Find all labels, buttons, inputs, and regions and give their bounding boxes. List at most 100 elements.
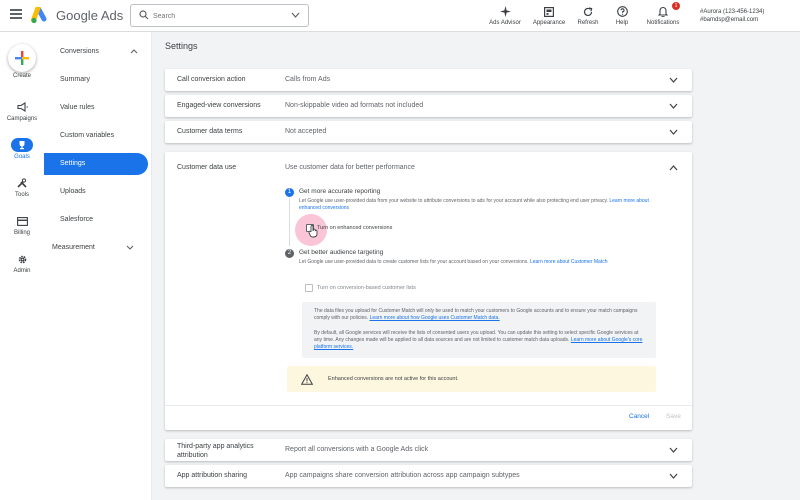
brand-name: Google Ads — [56, 8, 124, 23]
chevron-down-icon[interactable] — [669, 77, 678, 83]
notification-badge: 1 — [672, 2, 680, 10]
chevron-down-icon[interactable] — [669, 103, 678, 109]
account-info[interactable]: #Aurora (123-456-1234) #bamdsp@email.com — [700, 8, 764, 24]
nav-section-measurement[interactable]: Measurement — [44, 237, 148, 259]
row-engaged-view-conversions[interactable]: Engaged-view conversions Non-skippable v… — [165, 95, 692, 117]
row-value: Not accepted — [285, 128, 327, 135]
refresh-button[interactable]: Refresh — [570, 5, 606, 26]
search-box[interactable] — [130, 4, 309, 27]
top-bar: Google Ads Ads Advisor Appearance Refres… — [0, 0, 800, 32]
bell-icon — [658, 7, 668, 17]
notifications-label: Notifications — [646, 20, 680, 26]
step1-desc-text: Let Google use user-provided data from y… — [299, 198, 608, 204]
rail-item-tools[interactable]: Tools — [0, 176, 44, 198]
row-label: Third-party app analytics attribution — [177, 443, 254, 459]
row-value: Calls from Ads — [285, 76, 331, 83]
appearance-button[interactable]: Appearance — [530, 5, 568, 26]
search-input[interactable] — [153, 9, 283, 23]
rail-label-billing: Billing — [13, 230, 30, 236]
appearance-icon — [544, 6, 554, 17]
rail-item-goals[interactable]: Goals — [0, 138, 44, 160]
account-email: #bamdsp@email.com — [700, 17, 759, 23]
rail-label-campaigns: Campaigns — [6, 116, 38, 122]
appearance-label: Appearance — [532, 20, 566, 26]
settings-row: Engaged-view conversions Non-skippable v… — [165, 95, 692, 117]
row-value: Report all conversions with a Google Ads… — [285, 446, 429, 453]
chevron-down-icon[interactable] — [669, 447, 678, 453]
row-third-party-app-analytics[interactable]: Third-party app analytics attribution Re… — [165, 439, 692, 461]
sparkle-icon — [499, 6, 511, 17]
row-value: Use customer data for better performance — [285, 164, 415, 171]
step2-description: Let Google use user-provided data to cre… — [299, 259, 649, 266]
refresh-label: Refresh — [577, 20, 599, 26]
customer-match-link[interactable]: Learn more about Customer Match — [530, 259, 608, 265]
trophy-icon — [19, 141, 25, 150]
row-label: Call conversion action — [177, 76, 246, 83]
card-icon — [16, 216, 28, 226]
side-nav: Conversions Summary Value rules Custom v… — [44, 32, 152, 500]
help-button[interactable]: Help — [605, 5, 639, 26]
nav-item-salesforce[interactable]: Salesforce — [44, 209, 148, 231]
step1-title: Get more accurate reporting — [299, 188, 381, 195]
nav-item-value-rules[interactable]: Value rules — [44, 97, 148, 119]
refresh-icon — [583, 6, 593, 16]
chevron-down-icon[interactable] — [669, 473, 678, 479]
chevron-down-icon[interactable] — [291, 12, 300, 18]
rail-item-campaigns[interactable]: Campaigns — [0, 100, 44, 122]
ads-advisor-label: Ads Advisor — [489, 20, 521, 26]
settings-row: Customer data terms Not accepted — [165, 121, 692, 143]
tools-icon — [17, 178, 27, 188]
warning-text: Enhanced conversions are not active for … — [328, 376, 459, 382]
account-id: #Aurora (123-456-1234) — [700, 9, 765, 15]
customer-lists-label: Turn on conversion-based customer lists — [317, 285, 416, 291]
row-app-attribution-sharing[interactable]: App attribution sharing App campaigns sh… — [165, 465, 692, 487]
nav-section-conversions[interactable]: Conversions — [44, 41, 148, 63]
left-rail: Create Campaigns Goals Tools Billing Adm… — [0, 32, 44, 500]
row-call-conversion-action[interactable]: Call conversion action Calls from Ads — [165, 69, 692, 91]
rail-label-goals: Goals — [14, 154, 30, 160]
help-icon — [616, 6, 628, 17]
ads-advisor-button[interactable]: Ads Advisor — [486, 5, 524, 26]
step-connector — [289, 198, 290, 246]
chevron-down-icon — [126, 245, 134, 250]
nav-section-label: Conversions — [60, 48, 99, 55]
help-label: Help — [615, 20, 629, 26]
menu-icon[interactable] — [10, 9, 22, 21]
rail-label-tools: Tools — [14, 192, 29, 198]
rail-label-admin: Admin — [13, 268, 31, 274]
nav-item-settings[interactable]: Settings — [44, 153, 148, 175]
customer-data-use-panel: Customer data use Use customer data for … — [165, 152, 692, 430]
row-label: App attribution sharing — [177, 472, 248, 479]
rail-item-admin[interactable]: Admin — [0, 252, 44, 274]
step-number-2: 2 — [285, 249, 294, 258]
customer-lists-checkbox[interactable] — [305, 284, 313, 292]
notifications-button[interactable]: 1 Notifications — [642, 2, 684, 26]
enhanced-conversions-label: Turn on enhanced conversions — [317, 225, 393, 231]
chevron-down-icon[interactable] — [669, 129, 678, 135]
step2-desc-text: Let Google use user-provided data to cre… — [299, 259, 529, 265]
nav-item-custom-variables[interactable]: Custom variables — [44, 125, 148, 147]
nav-item-uploads[interactable]: Uploads — [44, 181, 148, 203]
info-paragraph-1: The data files you upload for Customer M… — [314, 308, 644, 322]
warning-icon — [301, 374, 313, 385]
google-ads-logo-icon — [31, 7, 47, 24]
chevron-up-icon[interactable] — [669, 165, 678, 171]
info-paragraph-2: By default, all Google services will rec… — [314, 330, 644, 351]
settings-row: Call conversion action Calls from Ads — [165, 69, 692, 91]
nav-item-summary[interactable]: Summary — [44, 69, 148, 91]
plus-icon — [15, 51, 29, 65]
row-customer-data-use[interactable]: Customer data use Use customer data for … — [165, 157, 692, 179]
create-label: Create — [12, 73, 31, 79]
nav-section-label: Measurement — [52, 244, 95, 251]
row-value: App campaigns share conversion attributi… — [285, 472, 520, 479]
megaphone-icon — [16, 102, 28, 112]
step-number-1: 1 — [285, 188, 294, 197]
customer-match-data-link[interactable]: Learn more about how Google uses Custome… — [370, 315, 500, 321]
row-customer-data-terms[interactable]: Customer data terms Not accepted — [165, 121, 692, 143]
cancel-button[interactable]: Cancel — [629, 413, 649, 420]
settings-row: Third-party app analytics attribution Re… — [165, 439, 692, 461]
rail-item-billing[interactable]: Billing — [0, 214, 44, 236]
save-button[interactable]: Save — [666, 413, 681, 420]
chevron-up-icon — [130, 49, 138, 54]
create-button[interactable] — [8, 44, 36, 72]
